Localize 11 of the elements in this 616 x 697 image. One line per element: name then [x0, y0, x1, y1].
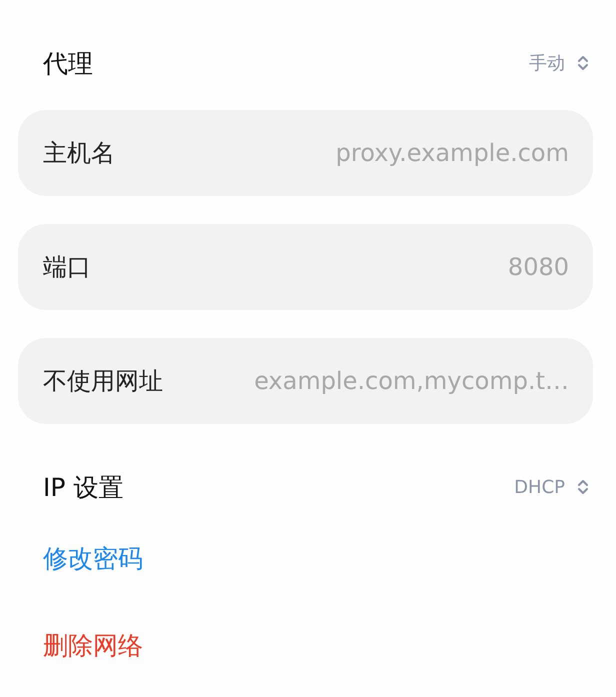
ip-mode-dropdown[interactable]: DHCP	[514, 472, 589, 502]
section-title: 代理	[43, 48, 93, 80]
section-title: IP 设置	[43, 472, 124, 504]
delete-link[interactable]: 删除网络	[18, 629, 143, 662]
proxy-mode-dropdown[interactable]: 手动	[529, 47, 589, 79]
chevron-up-down-icon	[577, 55, 589, 71]
action-link[interactable]: 修改密码	[18, 542, 143, 575]
field-label: 主机名	[43, 138, 115, 169]
field-label: 端口	[43, 252, 91, 283]
field-label: 不使用网址	[43, 366, 163, 397]
chevron-up-down-icon	[577, 479, 589, 495]
